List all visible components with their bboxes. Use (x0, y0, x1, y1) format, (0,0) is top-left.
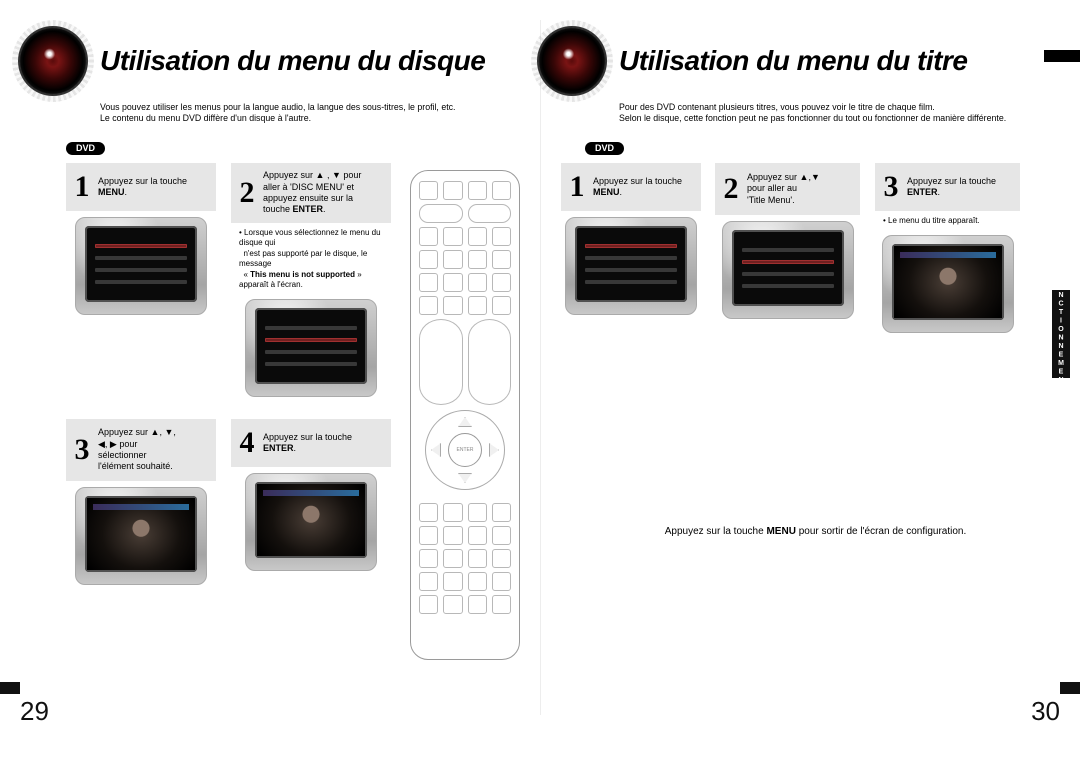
step-head: 2 Appuyez sur ▲,▼ pour aller au 'Title M… (715, 163, 860, 215)
step-1-r: 1 Appuyez sur la touche MENU. (561, 163, 701, 315)
page-title-left: Utilisation du menu du disque (100, 45, 485, 77)
arrow-up-down-icon: ▲ , ▼ (316, 170, 341, 180)
subtitle-line: Pour des DVD contenant plusieurs titres,… (619, 102, 935, 112)
step-text: Appuyez sur ▲ , ▼ pour aller à 'DISC MEN… (263, 170, 361, 215)
remote-control-illustration (410, 170, 520, 660)
footer-bar-right (1060, 682, 1080, 694)
footer-bar-left (0, 682, 20, 694)
step-3-r: 3 Appuyez sur la touche ENTER. • Le menu… (875, 163, 1020, 333)
step-head: 3 Appuyez sur ▲, ▼, ◀, ▶ pour sélectionn… (66, 419, 216, 481)
section-tab: FONCTIONNEMENT (1052, 290, 1070, 378)
page-title-right: Utilisation du menu du titre (619, 45, 967, 77)
step-head: 2 Appuyez sur ▲ , ▼ pour aller à 'DISC M… (231, 163, 391, 223)
step-text: Appuyez sur ▲,▼ pour aller au 'Title Men… (747, 172, 820, 206)
tv-screenshot (75, 487, 207, 585)
subtitle-line: Le contenu du menu DVD diffère d'un disq… (100, 113, 311, 123)
step-text: Appuyez sur ▲, ▼, ◀, ▶ pour sélectionner… (98, 427, 176, 472)
step-number: 1 (566, 172, 588, 202)
step-3: 3 Appuyez sur ▲, ▼, ◀, ▶ pour sélectionn… (66, 419, 216, 585)
exit-note: Appuyez sur la touche MENU pour sortir d… (599, 526, 1032, 537)
tv-screenshot (245, 473, 377, 571)
step-head: 4 Appuyez sur la touche ENTER. (231, 419, 391, 467)
dpad-ring (419, 411, 511, 489)
page-number-left: 29 (20, 696, 49, 727)
step-2: 2 Appuyez sur ▲ , ▼ pour aller à 'DISC M… (231, 163, 391, 397)
step-number: 4 (236, 428, 258, 458)
page-right: Utilisation du menu du titre Pour des DV… (537, 0, 1062, 720)
dvd-badge: DVD (66, 142, 105, 155)
subtitle-line: Selon le disque, cette fonction peut ne … (619, 113, 1006, 123)
dvd-badge: DVD (585, 142, 624, 155)
step-number: 1 (71, 172, 93, 202)
step-head: 1 Appuyez sur la touche MENU. (66, 163, 216, 211)
tv-screenshot (882, 235, 1014, 333)
arrow-up-down-icon: ▲,▼ (800, 172, 820, 182)
arrow-icons: ▲, ▼, (151, 427, 176, 437)
step-text: Appuyez sur la touche MENU. (98, 176, 210, 199)
header-right: Utilisation du menu du titre (537, 26, 1062, 96)
tv-screenshot (565, 217, 697, 315)
subtitle-line: Vous pouvez utiliser les menus pour la l… (100, 102, 456, 112)
subtitle-left: Vous pouvez utiliser les menus pour la l… (100, 102, 543, 124)
subtitle-right: Pour des DVD contenant plusieurs titres,… (619, 102, 1062, 124)
step-head: 3 Appuyez sur la touche ENTER. (875, 163, 1020, 211)
page-number-right: 30 (1031, 696, 1060, 727)
step-1: 1 Appuyez sur la touche MENU. (66, 163, 216, 315)
speaker-icon (18, 26, 88, 96)
step-number: 2 (236, 178, 258, 208)
header-left: Utilisation du menu du disque (18, 26, 543, 96)
tv-screenshot (245, 299, 377, 397)
tv-screenshot (722, 221, 854, 319)
right-page-marker (1044, 50, 1080, 62)
step-number: 3 (880, 172, 902, 202)
arrow-icons: ◀, ▶ (98, 439, 119, 449)
step-number: 2 (720, 174, 742, 204)
step-text: Appuyez sur la touche MENU. (593, 176, 695, 199)
tv-screenshot (75, 217, 207, 315)
step-4: 4 Appuyez sur la touche ENTER. (231, 419, 391, 571)
step-note: • Lorsque vous sélectionnez le menu du d… (231, 223, 391, 293)
step-text: Appuyez sur la touche ENTER. (907, 176, 1014, 199)
step-2-r: 2 Appuyez sur ▲,▼ pour aller au 'Title M… (715, 163, 860, 319)
step-note: • Le menu du titre apparaît. (875, 211, 1020, 229)
step-text: Appuyez sur la touche ENTER. (263, 432, 385, 455)
step-number: 3 (71, 435, 93, 465)
step-head: 1 Appuyez sur la touche MENU. (561, 163, 701, 211)
speaker-icon (537, 26, 607, 96)
page-left: Utilisation du menu du disque Vous pouve… (18, 0, 543, 720)
